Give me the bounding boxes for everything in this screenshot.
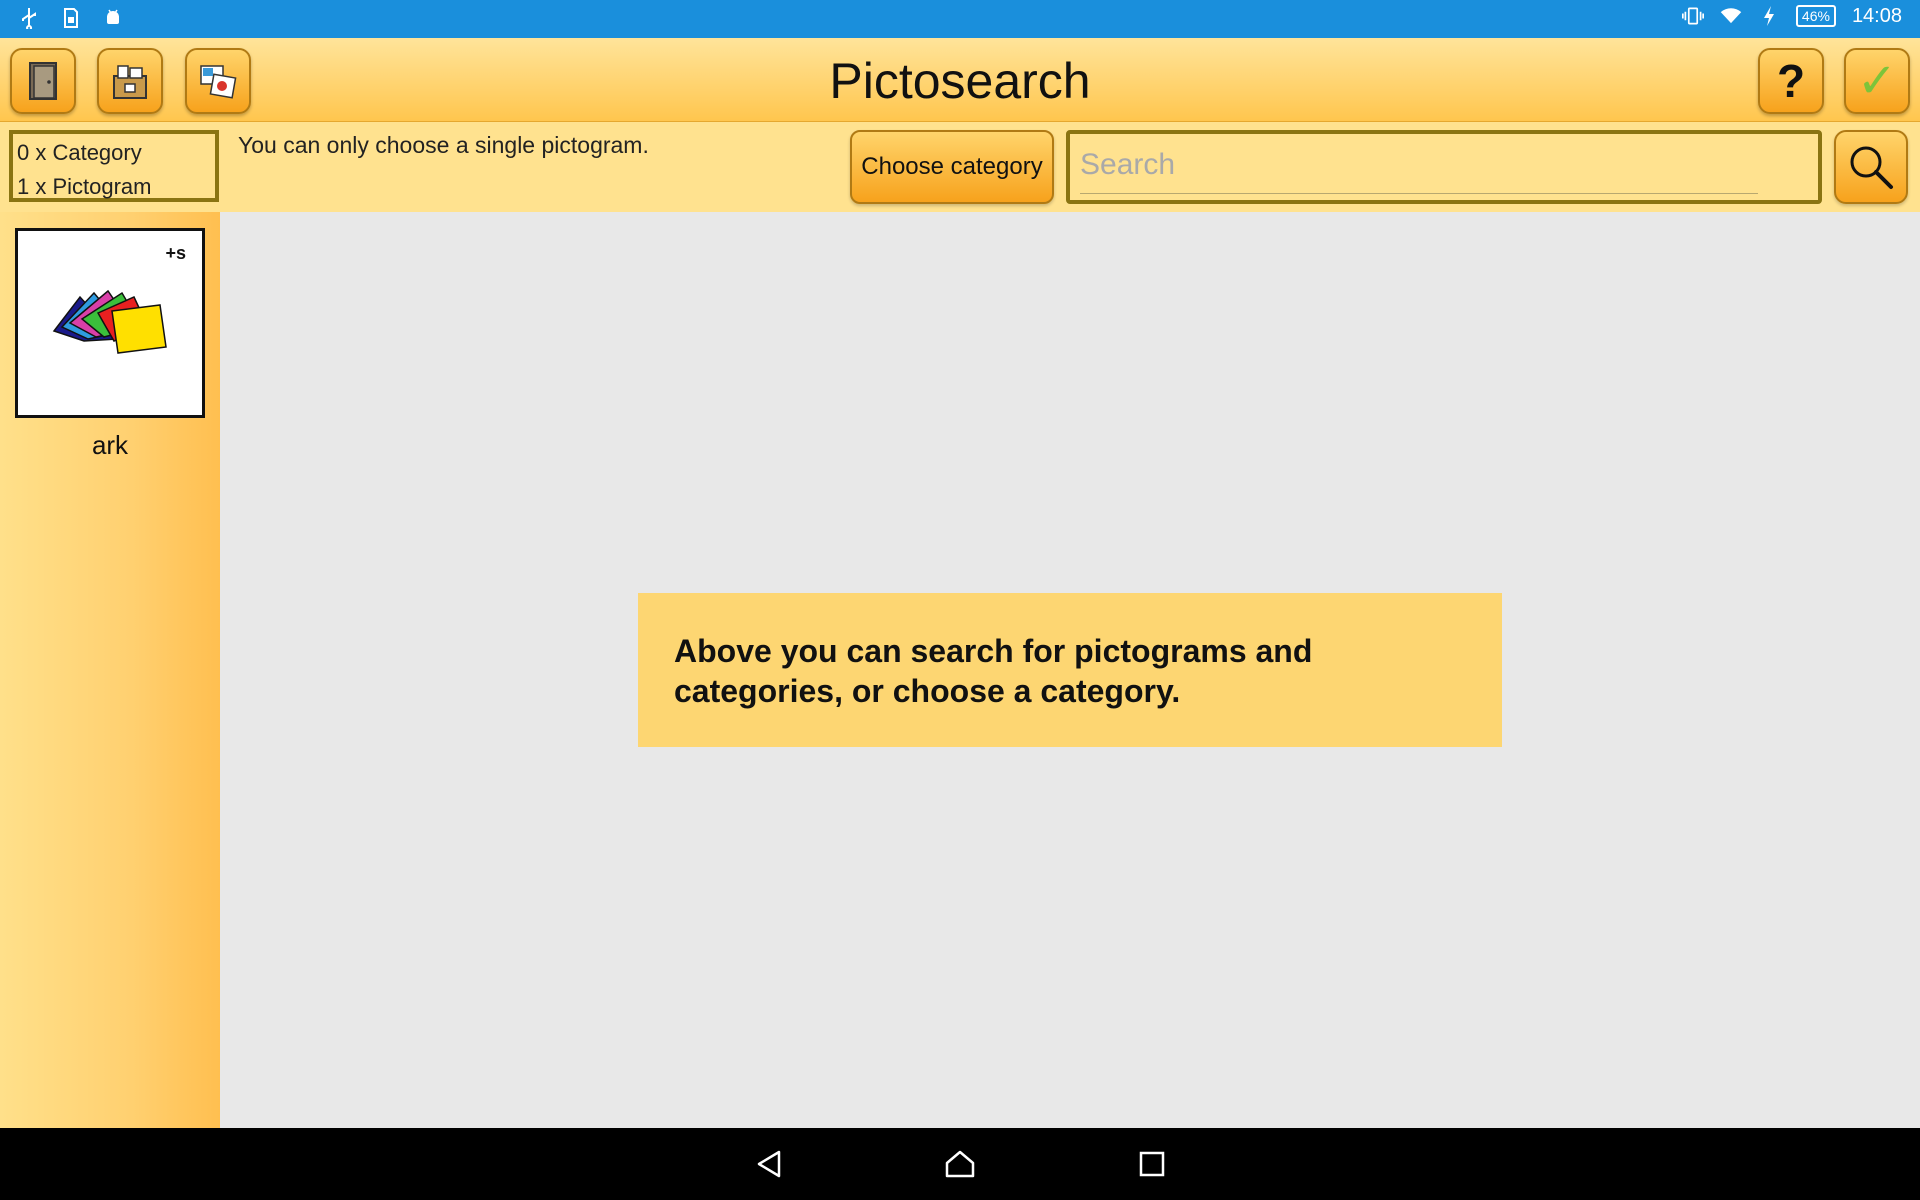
status-bar: 46% 14:08 xyxy=(0,0,1920,38)
battery-level: 46% xyxy=(1795,5,1836,27)
pictogram-card[interactable]: +s xyxy=(15,228,205,418)
search-icon xyxy=(1850,146,1893,189)
search-field xyxy=(1066,130,1822,204)
confirm-button[interactable]: ✓ xyxy=(1844,48,1910,114)
exit-icon xyxy=(29,62,57,100)
archive-button[interactable] xyxy=(97,48,163,114)
toolbar: 0 x Category 1 x Pictogram You can only … xyxy=(0,122,1920,212)
selection-counter: 0 x Category 1 x Pictogram xyxy=(9,130,219,202)
selection-sidebar: +s ark xyxy=(0,212,220,1128)
home-button[interactable] xyxy=(938,1144,982,1184)
photo-icon xyxy=(200,65,237,99)
category-count: 0 x Category xyxy=(17,140,142,165)
home-icon xyxy=(945,1150,975,1178)
pictogram-label: ark xyxy=(91,430,129,460)
photo-button[interactable] xyxy=(185,48,251,114)
navigation-bar xyxy=(0,1128,1920,1200)
back-button[interactable] xyxy=(748,1144,792,1184)
back-icon xyxy=(757,1150,781,1178)
search-underline xyxy=(1080,193,1758,194)
clock: 14:08 xyxy=(1851,4,1902,27)
search-input[interactable] xyxy=(1080,142,1770,188)
pictogram-count: 1 x Pictogram xyxy=(17,174,152,199)
vibrate-icon xyxy=(1681,4,1704,28)
charging-icon xyxy=(1758,4,1780,28)
help-button[interactable]: ? xyxy=(1758,48,1824,114)
page-title: Pictosearch xyxy=(829,53,1091,109)
archive-icon xyxy=(113,65,147,99)
usb-icon xyxy=(18,6,40,30)
sim-icon xyxy=(60,6,82,30)
search-button[interactable] xyxy=(1834,130,1908,204)
results-area: Above you can search for pictograms and … xyxy=(220,212,1920,1128)
exit-button[interactable] xyxy=(10,48,76,114)
recents-button[interactable] xyxy=(1130,1144,1174,1184)
help-icon: ? xyxy=(1776,55,1806,107)
checkmark-icon: ✓ xyxy=(1856,53,1898,109)
colored-papers-icon xyxy=(52,289,167,354)
choose-category-button[interactable]: Choose category xyxy=(850,130,1054,204)
selection-hint: You can only choose a single pictogram. xyxy=(238,132,649,158)
recents-icon xyxy=(1139,1151,1165,1177)
title-bar: Pictosearch ? ✓ xyxy=(0,38,1920,122)
info-message: Above you can search for pictograms and … xyxy=(638,593,1502,747)
android-debug-icon xyxy=(102,6,124,30)
wifi-icon xyxy=(1720,4,1742,28)
